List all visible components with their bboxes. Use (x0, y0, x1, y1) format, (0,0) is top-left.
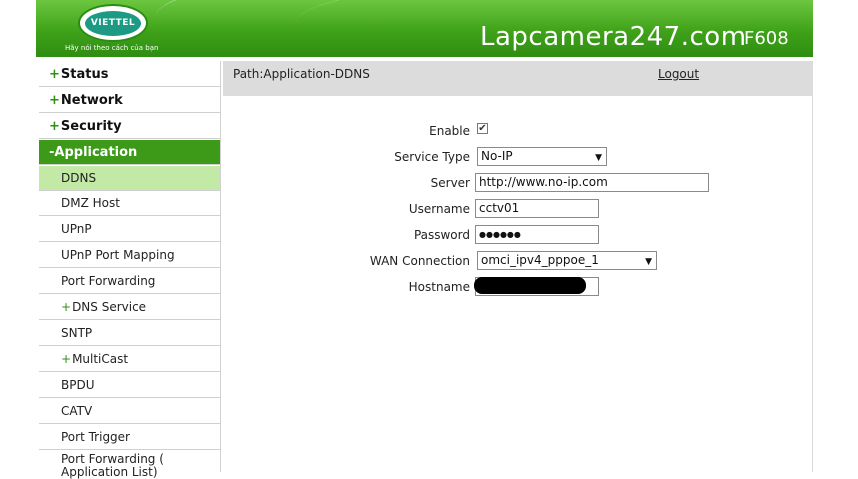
path-bar: Path:Application-DDNS Logout (223, 61, 813, 96)
plus-icon: + (49, 118, 60, 134)
content-border (812, 96, 813, 472)
enable-row: Enable (300, 121, 470, 141)
hostname-label: Hostname (408, 280, 470, 294)
plus-icon: + (49, 92, 60, 108)
server-label: Server (430, 176, 470, 190)
slogan: Hãy nói theo cách của bạn (65, 44, 159, 52)
sidebar-item-port-forwarding[interactable]: Port Forwarding (39, 269, 220, 294)
service-type-row: Service Type (300, 147, 470, 167)
server-input[interactable]: http://www.no-ip.com (475, 173, 709, 192)
redaction-mark (474, 277, 586, 294)
username-input[interactable]: cctv01 (475, 199, 599, 218)
sidebar-item-label: DNS Service (72, 300, 147, 314)
sidebar-item-label: UPnP Port Mapping (61, 248, 175, 262)
sidebar-item-label: UPnP (61, 222, 92, 236)
sidebar-item-network[interactable]: + Network (39, 88, 220, 113)
sidebar-item-label: DDNS (61, 171, 97, 185)
wan-connection-value: omci_ipv4_pppoe_1 (481, 253, 599, 267)
logout-link[interactable]: Logout (658, 67, 699, 81)
viettel-logo: VIETTEL (78, 4, 148, 42)
password-input[interactable]: ●●●●●● (475, 225, 599, 244)
sidebar-item-label: -Application (49, 144, 138, 160)
sidebar-item-label: BPDU (61, 378, 95, 392)
sidebar-item-dns-service[interactable]: + DNS Service (39, 295, 220, 320)
sidebar-item-status[interactable]: + Status (39, 62, 220, 87)
plus-icon: + (61, 300, 72, 314)
sidebar-item-label: Port Trigger (61, 430, 130, 444)
sidebar-item-label: Port Forwarding (61, 274, 156, 288)
hostname-row: Hostname (300, 277, 470, 297)
username-label: Username (408, 202, 470, 216)
password-label: Password (413, 228, 470, 242)
sidebar-item-label: SNTP (61, 326, 93, 340)
sidebar-item-label: MultiCast (72, 352, 129, 366)
chevron-down-icon: ▼ (645, 257, 652, 267)
breadcrumb: Path:Application-DDNS (233, 67, 370, 81)
sidebar-item-port-trigger[interactable]: Port Trigger (39, 425, 220, 450)
chevron-down-icon: ▼ (595, 153, 602, 163)
brand-title: Lapcamera247.com (480, 22, 747, 52)
sidebar-item-application[interactable]: -Application (39, 140, 220, 165)
wan-connection-label: WAN Connection (369, 254, 470, 268)
username-row: Username (300, 199, 470, 219)
sidebar-item-multicast[interactable]: + MultiCast (39, 347, 220, 372)
logo-inner: VIETTEL (85, 10, 141, 36)
service-type-label: Service Type (394, 150, 470, 164)
sidebar-item-upnp-port-mapping[interactable]: UPnP Port Mapping (39, 243, 220, 268)
sidebar-item-label: Network (60, 92, 123, 108)
wan-connection-select[interactable]: omci_ipv4_pppoe_1 ▼ (477, 251, 657, 270)
sidebar-item-security[interactable]: + Security (39, 114, 220, 139)
header-banner: VIETTEL Hãy nói theo cách của bạn Lapcam… (36, 0, 813, 57)
password-row: Password (300, 225, 470, 245)
sidebar-item-port-forwarding-app-list[interactable]: Port Forwarding ( Application List) (39, 449, 220, 479)
sidebar-item-sntp[interactable]: SNTP (39, 321, 220, 346)
plus-icon: + (61, 352, 72, 366)
sidebar-menu: + Status + Network + Security -Application … (37, 61, 221, 479)
enable-label: Enable (429, 124, 470, 138)
enable-checkbox[interactable]: ✔ (477, 123, 488, 134)
sidebar-item-label: DMZ Host (61, 196, 120, 210)
sidebar-item-label: Security (60, 118, 122, 134)
sidebar-item-label: CATV (61, 404, 93, 418)
device-model: F608 (744, 28, 789, 49)
sidebar-item-dmz-host[interactable]: DMZ Host (39, 191, 220, 216)
sidebar-item-ddns[interactable]: DDNS (39, 166, 220, 191)
sidebar-item-bpdu[interactable]: BPDU (39, 373, 220, 398)
service-type-select[interactable]: No-IP ▼ (477, 147, 607, 166)
sidebar-item-label: Status (60, 66, 109, 82)
server-row: Server (300, 173, 470, 193)
service-type-value: No-IP (481, 149, 513, 163)
plus-icon: + (49, 66, 60, 82)
logo-text: VIETTEL (90, 18, 136, 28)
sidebar-item-upnp[interactable]: UPnP (39, 217, 220, 242)
sidebar-item-catv[interactable]: CATV (39, 399, 220, 424)
wan-connection-row: WAN Connection (300, 251, 470, 271)
sidebar-item-label-group: Port Forwarding ( Application List) (61, 453, 164, 479)
sidebar-item-label: Application List) (61, 465, 158, 479)
